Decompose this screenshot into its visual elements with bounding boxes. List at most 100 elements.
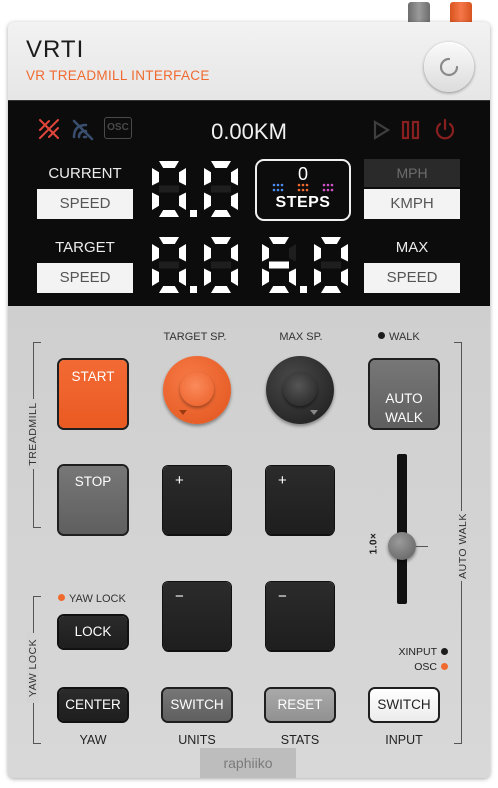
current-speed-digit-1-segment-e [152, 192, 159, 210]
target-knob-marker [179, 410, 187, 415]
lock-button[interactable]: LOCK [59, 616, 127, 648]
max-label: MAX [395, 239, 429, 256]
control-panel: TARGET SP. MAX SP. WALK TREADMILL YAW LO… [8, 306, 490, 778]
xinput-led [441, 648, 448, 655]
current-speed-digit-2-segment-b [231, 168, 238, 186]
current-speed-digit-2-segment-f [204, 168, 211, 186]
max-speed-decimal-point [300, 286, 307, 293]
auto-walk-section-label: AUTO WALK [457, 511, 469, 581]
current-speed-digit-2-segment-g [211, 185, 231, 193]
steps-label: STEPS [275, 194, 331, 211]
osc-indicator: OSC [368, 661, 448, 673]
switch-input-label: SWITCH [377, 697, 431, 712]
slider-value: 1.0× [368, 532, 380, 555]
auto-walk-label: AUTO WALK [385, 391, 423, 425]
plus-icon: + [175, 472, 184, 489]
switch-input-button[interactable]: SWITCH [370, 689, 438, 721]
target-knob-label: TARGET SP. [163, 331, 227, 343]
current-speed-digit-1-segment-c [179, 192, 186, 210]
yaw-lock-indicator: YAW LOCK [58, 593, 168, 605]
steps-count: 0 [297, 164, 308, 184]
max-minus-button[interactable]: − [266, 582, 334, 650]
xinput-label: XINPUT [398, 646, 437, 658]
credit-tag: raphiiko [200, 748, 296, 778]
max-speed-digit-2-segment-e [314, 268, 321, 286]
max-knob-marker [310, 410, 318, 415]
walk-indicator-label: WALK [389, 331, 420, 343]
xinput-indicator: XINPUT [368, 646, 448, 658]
target-speed-digit-1-segment-d [159, 286, 179, 293]
max-speed-digit-1-segment-b [289, 244, 296, 262]
current-speed-decimal-point [190, 210, 197, 217]
target-speed-digit-2-segment-a [211, 237, 231, 244]
yaw-lock-led [58, 594, 65, 601]
target-speed-digit-2-segment-e [204, 268, 211, 286]
steps-dots-icon [272, 183, 334, 192]
yaw-lock-indicator-label: YAW LOCK [69, 593, 126, 605]
max-knob-cap [283, 372, 317, 406]
orange-plug [450, 2, 472, 24]
power-icon [435, 118, 455, 140]
target-speed-digit-2-segment-d [211, 286, 231, 293]
stats-label: STATS [280, 733, 320, 747]
max-speed-digits [262, 237, 348, 293]
plus-icon: + [278, 472, 287, 489]
current-speed-digit-2-segment-d [211, 210, 231, 217]
app-title: VRTI [26, 36, 85, 63]
pause-icon [401, 120, 420, 140]
treadmill-section-label: TREADMILL [27, 399, 39, 469]
reload-icon [439, 57, 459, 77]
current-speed-digit-2-segment-a [211, 161, 231, 168]
target-label: TARGET [55, 239, 115, 256]
minus-icon: − [278, 588, 287, 605]
current-speed-digits [152, 161, 238, 217]
start-label: START [71, 369, 115, 384]
reload-button[interactable] [424, 42, 474, 92]
target-speed-digit-1-segment-a [159, 237, 179, 244]
slider-tick [416, 546, 428, 547]
target-speed-digit-1-segment-g [159, 261, 179, 269]
center-yaw-button[interactable]: CENTER [59, 689, 127, 721]
max-speed-digit-1-segment-g [269, 261, 289, 269]
max-speed-digit-1-segment-d [269, 286, 289, 293]
max-knob-label: MAX SP. [279, 331, 323, 343]
auto-walk-button[interactable]: AUTO WALK [370, 360, 438, 428]
current-speed-box: SPEED [37, 189, 133, 219]
play-icon [373, 120, 391, 140]
target-speed-digit-2-segment-b [231, 244, 238, 262]
device-window: VRTI VR TREADMILL INTERFACE OSC 0.00KM C… [8, 22, 490, 778]
target-speed-knob[interactable] [163, 356, 231, 424]
max-speed-digit-1-segment-f [262, 244, 269, 262]
current-speed-digit-1-segment-d [159, 210, 179, 217]
osc-icon: OSC [104, 117, 132, 139]
max-speed-digit-2-segment-f [314, 244, 321, 262]
max-speed-digit-1-segment-e [262, 268, 269, 286]
max-speed-digit-2-segment-c [341, 268, 348, 286]
mph-box: MPH [364, 159, 460, 187]
stop-label: STOP [74, 474, 112, 489]
current-speed-digit-1-segment-f [152, 168, 159, 186]
target-speed-digits [152, 237, 238, 293]
target-knob-cap [180, 372, 214, 406]
header: VRTI VR TREADMILL INTERFACE [8, 22, 490, 100]
max-speed-box: SPEED [364, 263, 460, 293]
target-speed-digit-2-segment-f [204, 244, 211, 262]
max-speed-knob[interactable] [266, 356, 334, 424]
max-plus-button[interactable]: + [266, 466, 334, 534]
stop-button[interactable]: STOP [59, 466, 127, 534]
walk-speed-slider-track[interactable] [397, 454, 407, 604]
target-plus-button[interactable]: + [163, 466, 231, 534]
target-speed-digit-1-segment-e [152, 268, 159, 286]
center-label: CENTER [65, 697, 121, 712]
switch-units-button[interactable]: SWITCH [163, 689, 231, 721]
gray-plug [408, 2, 430, 24]
yaw-lock-section-label: YAW LOCK [27, 633, 39, 703]
app-subtitle: VR TREADMILL INTERFACE [26, 68, 210, 83]
walk-speed-slider-thumb[interactable] [388, 532, 416, 560]
target-minus-button[interactable]: − [163, 582, 231, 650]
max-speed-digit-2-segment-b [341, 244, 348, 262]
start-button[interactable]: START [59, 360, 127, 428]
current-speed-digit-1-segment-a [159, 161, 179, 168]
reset-stats-button[interactable]: RESET [266, 689, 334, 721]
max-speed-digit-1-segment-c [289, 268, 296, 286]
